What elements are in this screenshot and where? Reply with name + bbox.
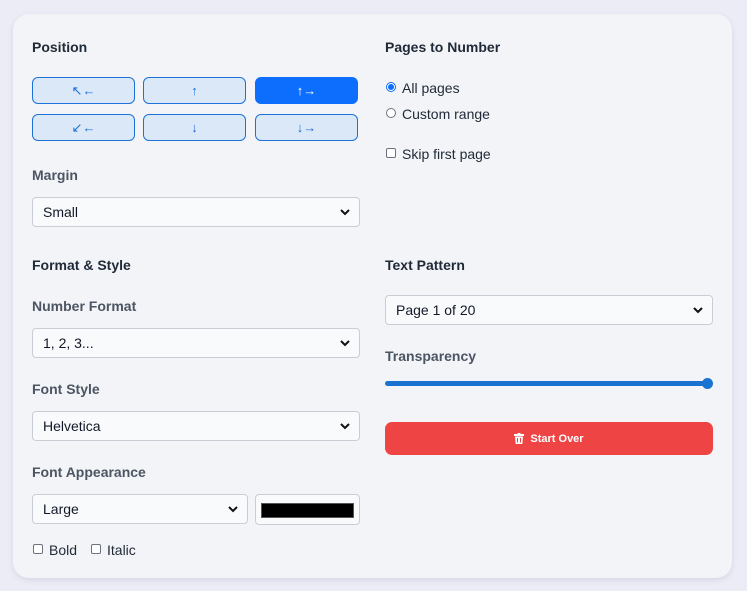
chevron-down-icon bbox=[340, 423, 350, 430]
font-style-label: Font Style bbox=[32, 381, 100, 397]
font-style-value: Helvetica bbox=[43, 418, 101, 434]
number-format-label: Number Format bbox=[32, 298, 137, 314]
arrow-top-right-icon: ↑→ bbox=[296, 83, 317, 98]
font-style-select[interactable]: Helvetica bbox=[32, 411, 360, 441]
italic-label: Italic bbox=[107, 542, 136, 558]
margin-select-value: Small bbox=[43, 204, 79, 220]
custom-range-label: Custom range bbox=[402, 106, 490, 122]
chevron-down-icon bbox=[340, 340, 350, 347]
text-pattern-value: Page 1 of 20 bbox=[396, 302, 476, 318]
transparency-slider[interactable] bbox=[385, 381, 707, 386]
position-top-right-button[interactable]: ↑→ bbox=[255, 77, 358, 104]
arrow-down-icon: ↓ bbox=[191, 120, 198, 135]
settings-card: Position ↖← ↑ ↑→ ↙← ↓ ↓→ Margin Small Pa… bbox=[13, 14, 732, 578]
arrow-top-left-icon: ↖← bbox=[71, 82, 96, 98]
transparency-slider-thumb[interactable] bbox=[702, 378, 713, 389]
transparency-label: Transparency bbox=[385, 348, 477, 364]
trash-icon bbox=[514, 433, 525, 444]
chevron-down-icon bbox=[693, 307, 703, 314]
font-color-picker[interactable] bbox=[255, 494, 360, 525]
position-top-left-button[interactable]: ↖← bbox=[32, 77, 135, 104]
all-pages-label: All pages bbox=[402, 80, 460, 96]
number-format-value: 1, 2, 3... bbox=[43, 335, 94, 351]
arrow-bottom-left-icon: ↙← bbox=[71, 119, 96, 135]
chevron-down-icon bbox=[340, 209, 350, 216]
text-pattern-select[interactable]: Page 1 of 20 bbox=[385, 295, 713, 325]
pages-to-number-title: Pages to Number bbox=[385, 39, 501, 55]
position-top-center-button[interactable]: ↑ bbox=[143, 77, 246, 104]
arrow-up-icon: ↑ bbox=[191, 83, 198, 98]
format-style-title: Format & Style bbox=[32, 257, 131, 273]
position-bottom-right-button[interactable]: ↓→ bbox=[255, 114, 358, 141]
margin-label: Margin bbox=[32, 167, 78, 183]
position-bottom-left-button[interactable]: ↙← bbox=[32, 114, 135, 141]
start-over-label: Start Over bbox=[530, 432, 584, 445]
italic-checkbox[interactable] bbox=[91, 544, 101, 554]
font-appearance-label: Font Appearance bbox=[32, 464, 146, 480]
text-pattern-title: Text Pattern bbox=[385, 257, 465, 273]
bold-label: Bold bbox=[49, 542, 78, 558]
font-color-swatch bbox=[261, 503, 354, 518]
position-bottom-center-button[interactable]: ↓ bbox=[143, 114, 246, 141]
margin-select[interactable]: Small bbox=[32, 197, 360, 227]
font-size-select[interactable]: Large bbox=[32, 494, 248, 524]
font-size-value: Large bbox=[43, 501, 79, 517]
arrow-bottom-right-icon: ↓→ bbox=[296, 120, 317, 135]
bold-checkbox[interactable] bbox=[33, 544, 43, 554]
all-pages-radio[interactable] bbox=[386, 82, 396, 92]
start-over-button[interactable]: Start Over bbox=[385, 422, 713, 455]
position-title: Position bbox=[32, 39, 88, 55]
custom-range-radio[interactable] bbox=[386, 108, 396, 118]
skip-first-page-checkbox[interactable] bbox=[386, 148, 396, 158]
chevron-down-icon bbox=[228, 506, 238, 513]
skip-first-page-label: Skip first page bbox=[402, 146, 491, 162]
number-format-select[interactable]: 1, 2, 3... bbox=[32, 328, 360, 358]
